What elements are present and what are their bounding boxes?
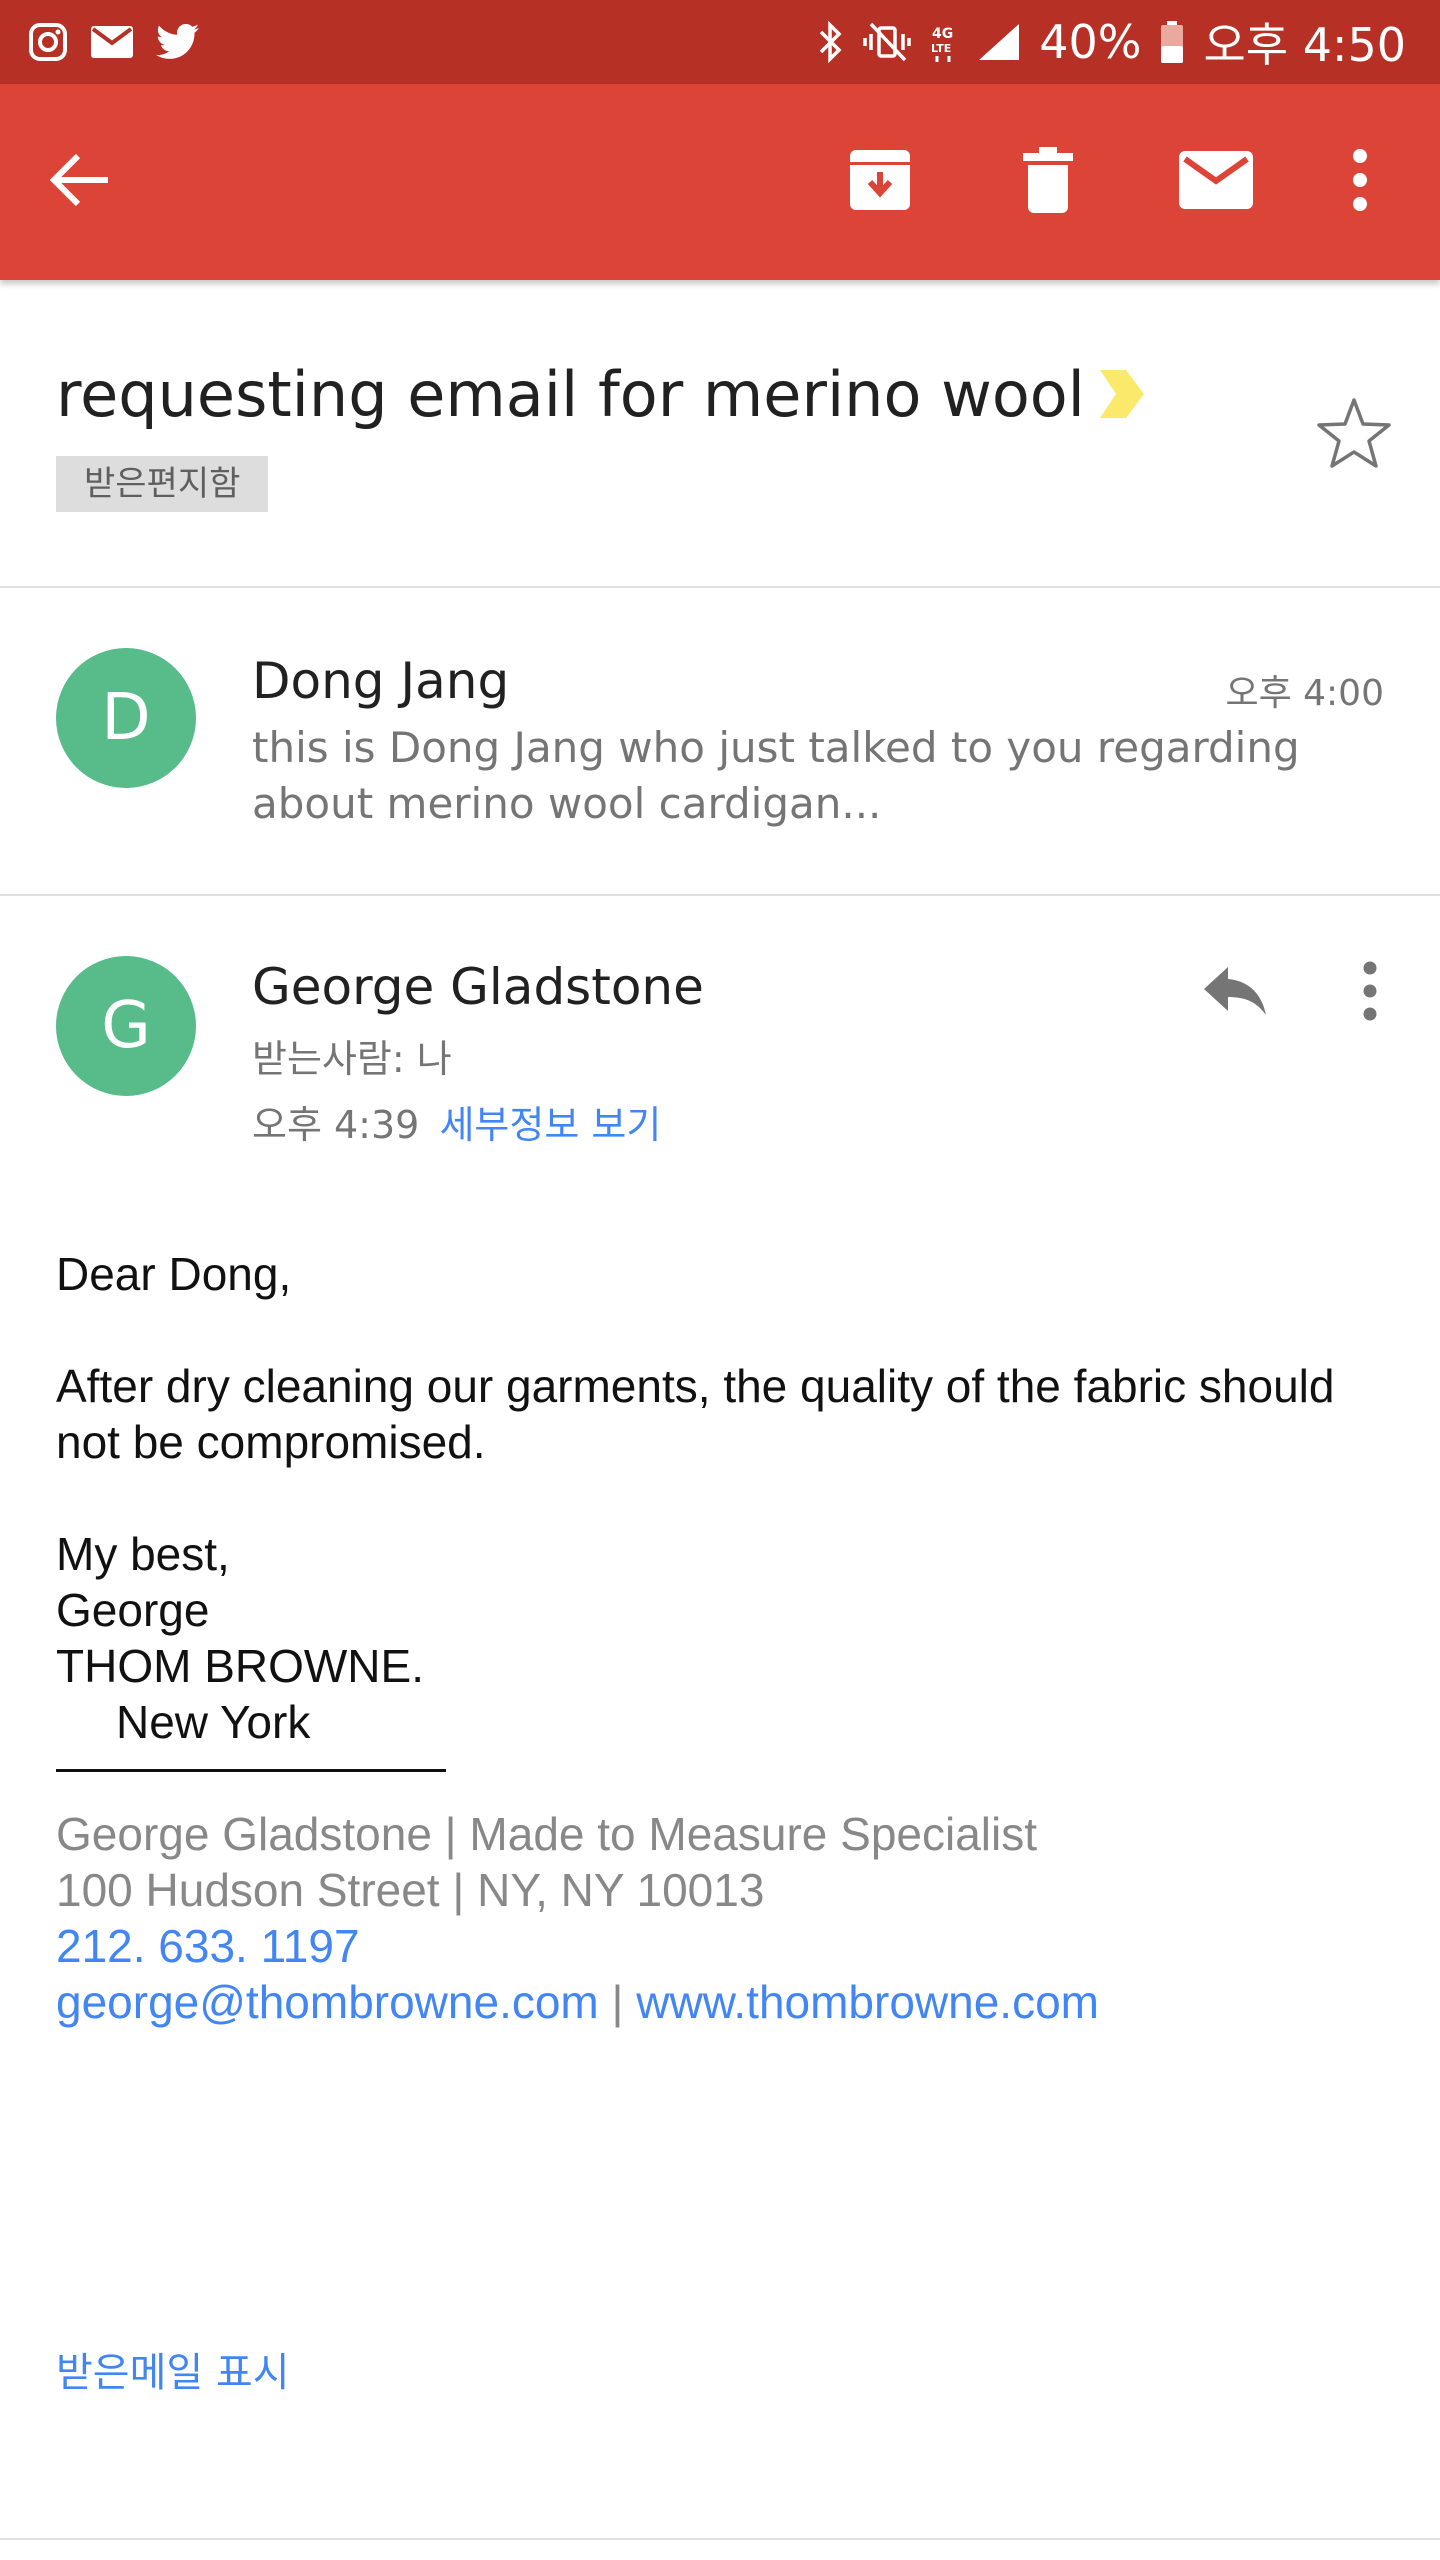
subject-title: requesting email for merino wool bbox=[56, 358, 1085, 431]
avatar[interactable]: G bbox=[56, 956, 196, 1096]
signature-title: George Gladstone | Made to Measure Speci… bbox=[56, 1808, 1038, 1860]
link-separator: | bbox=[611, 1976, 624, 2028]
archive-button[interactable] bbox=[820, 84, 940, 280]
message-snippet: this is Dong Jang who just talked to you… bbox=[252, 723, 1300, 828]
battery-text: 40% bbox=[1039, 15, 1142, 69]
mail-icon bbox=[90, 25, 134, 59]
inbox-label-chip[interactable]: 받은편지함 bbox=[56, 456, 269, 512]
message-more-button[interactable] bbox=[1330, 948, 1410, 1038]
battery-icon bbox=[1159, 20, 1185, 64]
signal-icon bbox=[977, 22, 1021, 62]
bluetooth-icon bbox=[817, 20, 845, 64]
vibrate-off-icon bbox=[863, 20, 911, 64]
closing: My best, bbox=[56, 1528, 230, 1580]
star-icon[interactable] bbox=[1316, 396, 1392, 474]
status-bar: 4G LTE 40% 오후 4:50 bbox=[0, 0, 1440, 84]
reply-icon bbox=[1202, 965, 1268, 1021]
message-time-row: 오후 4:39 세부정보 보기 bbox=[252, 1094, 661, 1149]
sender-name: Dong Jang bbox=[252, 652, 510, 710]
message-body: Dear Dong, After dry cleaning our garmen… bbox=[56, 1246, 1376, 2030]
lte-icon: 4G LTE bbox=[929, 20, 959, 64]
app-toolbar bbox=[0, 84, 1440, 280]
overflow-menu-button[interactable] bbox=[1300, 84, 1420, 280]
clock: 오후 4:50 bbox=[1203, 18, 1406, 72]
email-link[interactable]: george@thombrowne.com bbox=[56, 1976, 599, 2028]
website-link[interactable]: www.thombrowne.com bbox=[636, 1976, 1099, 2028]
recipients-line: 받는사람: 나 bbox=[252, 1037, 452, 1081]
arrow-back-icon bbox=[49, 152, 110, 212]
sender-name: George Gladstone bbox=[252, 958, 704, 1016]
importance-marker-icon[interactable] bbox=[1098, 368, 1146, 424]
more-vert-icon bbox=[1352, 148, 1368, 216]
brand-city: New York bbox=[116, 1696, 311, 1748]
phone-link[interactable]: 212. 633. 1197 bbox=[56, 1920, 360, 1972]
reply-button[interactable] bbox=[1190, 948, 1280, 1038]
more-vert-icon bbox=[1362, 961, 1378, 1025]
delete-icon bbox=[1023, 147, 1073, 217]
view-details-link[interactable]: 세부정보 보기 bbox=[439, 1103, 661, 1147]
signer-name: George bbox=[56, 1584, 210, 1636]
signature-address: 100 Hudson Street | NY, NY 10013 bbox=[56, 1864, 765, 1916]
svg-text:4G: 4G bbox=[932, 26, 953, 42]
body-paragraph: After dry cleaning our garments, the qua… bbox=[56, 1360, 1335, 1468]
back-button[interactable] bbox=[20, 84, 140, 280]
message-collapsed[interactable]: D Dong Jang 오후 4:00 this is Dong Jang wh… bbox=[0, 588, 1440, 896]
message-time: 오후 4:00 bbox=[1225, 673, 1384, 714]
delete-button[interactable] bbox=[988, 84, 1108, 280]
subject-header: requesting email for merino wool 받은편지함 bbox=[0, 280, 1440, 588]
brand-name: THOM BROWNE. bbox=[56, 1640, 424, 1692]
message-expanded: G George Gladstone 받는사람: 나 오후 4:39 세부정보 … bbox=[0, 896, 1440, 2540]
message-time: 오후 4:39 bbox=[252, 1103, 420, 1147]
signature-divider bbox=[56, 1750, 446, 1772]
show-quoted-text-link[interactable]: 받은메일 표시 bbox=[56, 2340, 290, 2398]
greeting: Dear Dong, bbox=[56, 1248, 292, 1300]
twitter-icon bbox=[156, 23, 200, 61]
archive-icon bbox=[848, 148, 912, 216]
avatar[interactable]: D bbox=[56, 648, 196, 788]
mark-unread-button[interactable] bbox=[1156, 84, 1276, 280]
svg-text:LTE: LTE bbox=[931, 42, 951, 55]
mark-unread-icon bbox=[1179, 151, 1253, 213]
instagram-icon bbox=[28, 22, 68, 62]
